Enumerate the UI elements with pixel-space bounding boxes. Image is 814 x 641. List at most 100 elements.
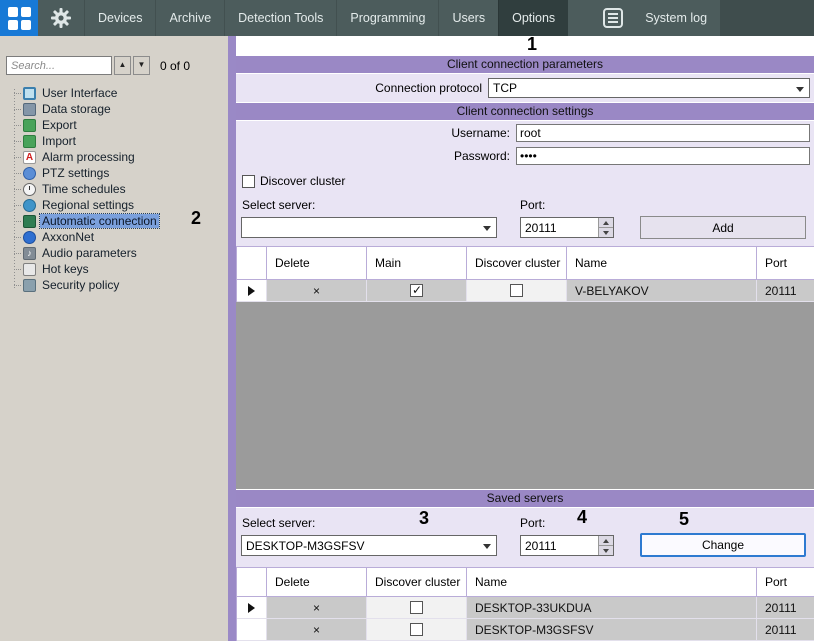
col-delete: Delete bbox=[267, 567, 367, 597]
sidebar-item-alarm-processing[interactable]: Alarm processing bbox=[0, 149, 228, 165]
settings-gear-button[interactable] bbox=[38, 0, 84, 36]
sidebar-item-ptz-settings[interactable]: PTZ settings bbox=[0, 165, 228, 181]
username-row: Username: bbox=[236, 121, 814, 144]
saved-select-server-label: Select server: bbox=[242, 516, 315, 530]
panel-divider bbox=[228, 36, 236, 641]
row-selector-icon bbox=[248, 286, 255, 296]
main-top-strip bbox=[236, 36, 814, 55]
port-cell[interactable]: 20111 bbox=[757, 280, 814, 302]
col-discover-cluster: Discover cluster bbox=[367, 567, 467, 597]
menu-item-users[interactable]: Users bbox=[438, 0, 498, 36]
sidebar-item-axxonnet[interactable]: AxxonNet bbox=[0, 229, 228, 245]
discover-cluster-checkbox[interactable] bbox=[242, 175, 255, 188]
username-field[interactable] bbox=[516, 124, 810, 142]
sidebar-item-user-interface[interactable]: User Interface bbox=[0, 85, 228, 101]
connection-protocol-row: Connection protocol TCP bbox=[236, 74, 814, 102]
name-cell[interactable]: DESKTOP-33UKDUA bbox=[467, 597, 757, 619]
discover-checkbox[interactable] bbox=[510, 284, 523, 297]
discover-checkbox[interactable] bbox=[410, 623, 423, 636]
monitor-icon bbox=[23, 87, 36, 100]
discover-checkbox[interactable] bbox=[410, 601, 423, 614]
saved-port-stepper-up[interactable] bbox=[599, 536, 613, 546]
apps-grid-icon bbox=[8, 7, 31, 30]
connection-protocol-dropdown[interactable]: TCP bbox=[488, 78, 810, 98]
saved-port-label: Port: bbox=[520, 516, 545, 530]
menu-item-detection-tools[interactable]: Detection Tools bbox=[224, 0, 336, 36]
storage-icon bbox=[23, 103, 36, 116]
step-annotation-4: 4 bbox=[577, 507, 587, 528]
sidebar-item-label: PTZ settings bbox=[40, 166, 111, 180]
row-selector-icon bbox=[248, 603, 255, 613]
password-field[interactable] bbox=[516, 147, 810, 165]
saved-select-server-dropdown[interactable]: DESKTOP-M3GSFSV bbox=[241, 535, 497, 556]
sidebar-item-security-policy[interactable]: Security policy bbox=[0, 277, 228, 293]
discover-cell[interactable] bbox=[467, 280, 567, 302]
menu-item-options[interactable]: Options bbox=[498, 0, 568, 36]
main-menu: Devices Archive Detection Tools Programm… bbox=[84, 0, 568, 36]
sidebar-item-audio-parameters[interactable]: Audio parameters bbox=[0, 245, 228, 261]
delete-x-icon: × bbox=[313, 601, 320, 615]
menu-item-programming[interactable]: Programming bbox=[336, 0, 438, 36]
connection-protocol-value: TCP bbox=[493, 81, 517, 95]
discover-cell[interactable] bbox=[367, 619, 467, 641]
menu-item-system-log[interactable]: System log bbox=[632, 0, 720, 36]
port-stepper-down[interactable] bbox=[599, 228, 613, 237]
name-cell[interactable]: V-BELYAKOV bbox=[567, 280, 757, 302]
search-input[interactable] bbox=[6, 56, 112, 75]
password-row: Password: bbox=[236, 144, 814, 168]
globe-icon bbox=[23, 199, 36, 212]
top-menu-bar: Devices Archive Detection Tools Programm… bbox=[0, 0, 814, 36]
password-label: Password: bbox=[236, 149, 516, 163]
sidebar-item-hot-keys[interactable]: Hot keys bbox=[0, 261, 228, 277]
sidebar-item-import[interactable]: Import bbox=[0, 133, 228, 149]
main-cell[interactable] bbox=[367, 280, 467, 302]
section-header-client-connection-settings: Client connection settings bbox=[236, 102, 814, 121]
col-port: Port bbox=[757, 246, 814, 280]
discover-cell[interactable] bbox=[367, 597, 467, 619]
sidebar-search-row: ▲ ▼ 0 of 0 bbox=[0, 36, 228, 79]
port-stepper[interactable]: 20111 bbox=[520, 217, 614, 238]
network-icon bbox=[23, 231, 36, 244]
options-sidebar: ▲ ▼ 0 of 0 User Interface Data storage E… bbox=[0, 36, 228, 641]
document-list-icon bbox=[602, 7, 624, 29]
security-icon bbox=[23, 279, 36, 292]
saved-port-stepper-down[interactable] bbox=[599, 546, 613, 555]
port-cell[interactable]: 20111 bbox=[757, 619, 814, 641]
delete-cell[interactable]: × bbox=[267, 280, 367, 302]
row-selector-cell[interactable] bbox=[237, 280, 267, 302]
main-checkbox[interactable] bbox=[410, 284, 423, 297]
sidebar-item-export[interactable]: Export bbox=[0, 117, 228, 133]
change-button[interactable]: Change bbox=[640, 533, 806, 557]
step-annotation-1: 1 bbox=[527, 34, 537, 55]
sidebar-item-label: Data storage bbox=[40, 102, 113, 116]
sidebar-item-data-storage[interactable]: Data storage bbox=[0, 101, 228, 117]
app-window: Devices Archive Detection Tools Programm… bbox=[0, 0, 814, 641]
automatic-connection-panel: Client connection parameters Connection … bbox=[236, 36, 814, 641]
system-log-button[interactable] bbox=[594, 0, 632, 36]
discover-cluster-option[interactable]: Discover cluster bbox=[242, 174, 345, 188]
delete-cell[interactable]: × bbox=[267, 597, 367, 619]
row-selector-cell[interactable] bbox=[237, 597, 267, 619]
sidebar-item-label: AxxonNet bbox=[40, 230, 96, 244]
sidebar-item-time-schedules[interactable]: Time schedules bbox=[0, 181, 228, 197]
port-cell[interactable]: 20111 bbox=[757, 597, 814, 619]
delete-cell[interactable]: × bbox=[267, 619, 367, 641]
name-cell[interactable]: DESKTOP-M3GSFSV bbox=[467, 619, 757, 641]
app-grid-button[interactable] bbox=[0, 0, 38, 36]
saved-port-stepper[interactable]: 20111 bbox=[520, 535, 614, 556]
search-prev-button[interactable]: ▲ bbox=[114, 56, 131, 75]
step-annotation-3: 3 bbox=[419, 508, 429, 529]
row-selector-cell[interactable] bbox=[237, 619, 267, 641]
menu-item-archive[interactable]: Archive bbox=[155, 0, 224, 36]
add-button[interactable]: Add bbox=[640, 216, 806, 239]
search-next-button[interactable]: ▼ bbox=[133, 56, 150, 75]
menu-item-devices[interactable]: Devices bbox=[84, 0, 155, 36]
select-server-dropdown[interactable] bbox=[241, 217, 497, 238]
select-server-label: Select server: bbox=[242, 198, 315, 212]
col-main: Main bbox=[367, 246, 467, 280]
col-selector bbox=[237, 246, 267, 280]
port-value: 20111 bbox=[525, 221, 557, 235]
port-stepper-up[interactable] bbox=[599, 218, 613, 228]
sidebar-item-label: Audio parameters bbox=[40, 246, 139, 260]
sidebar-item-label: Import bbox=[40, 134, 78, 148]
